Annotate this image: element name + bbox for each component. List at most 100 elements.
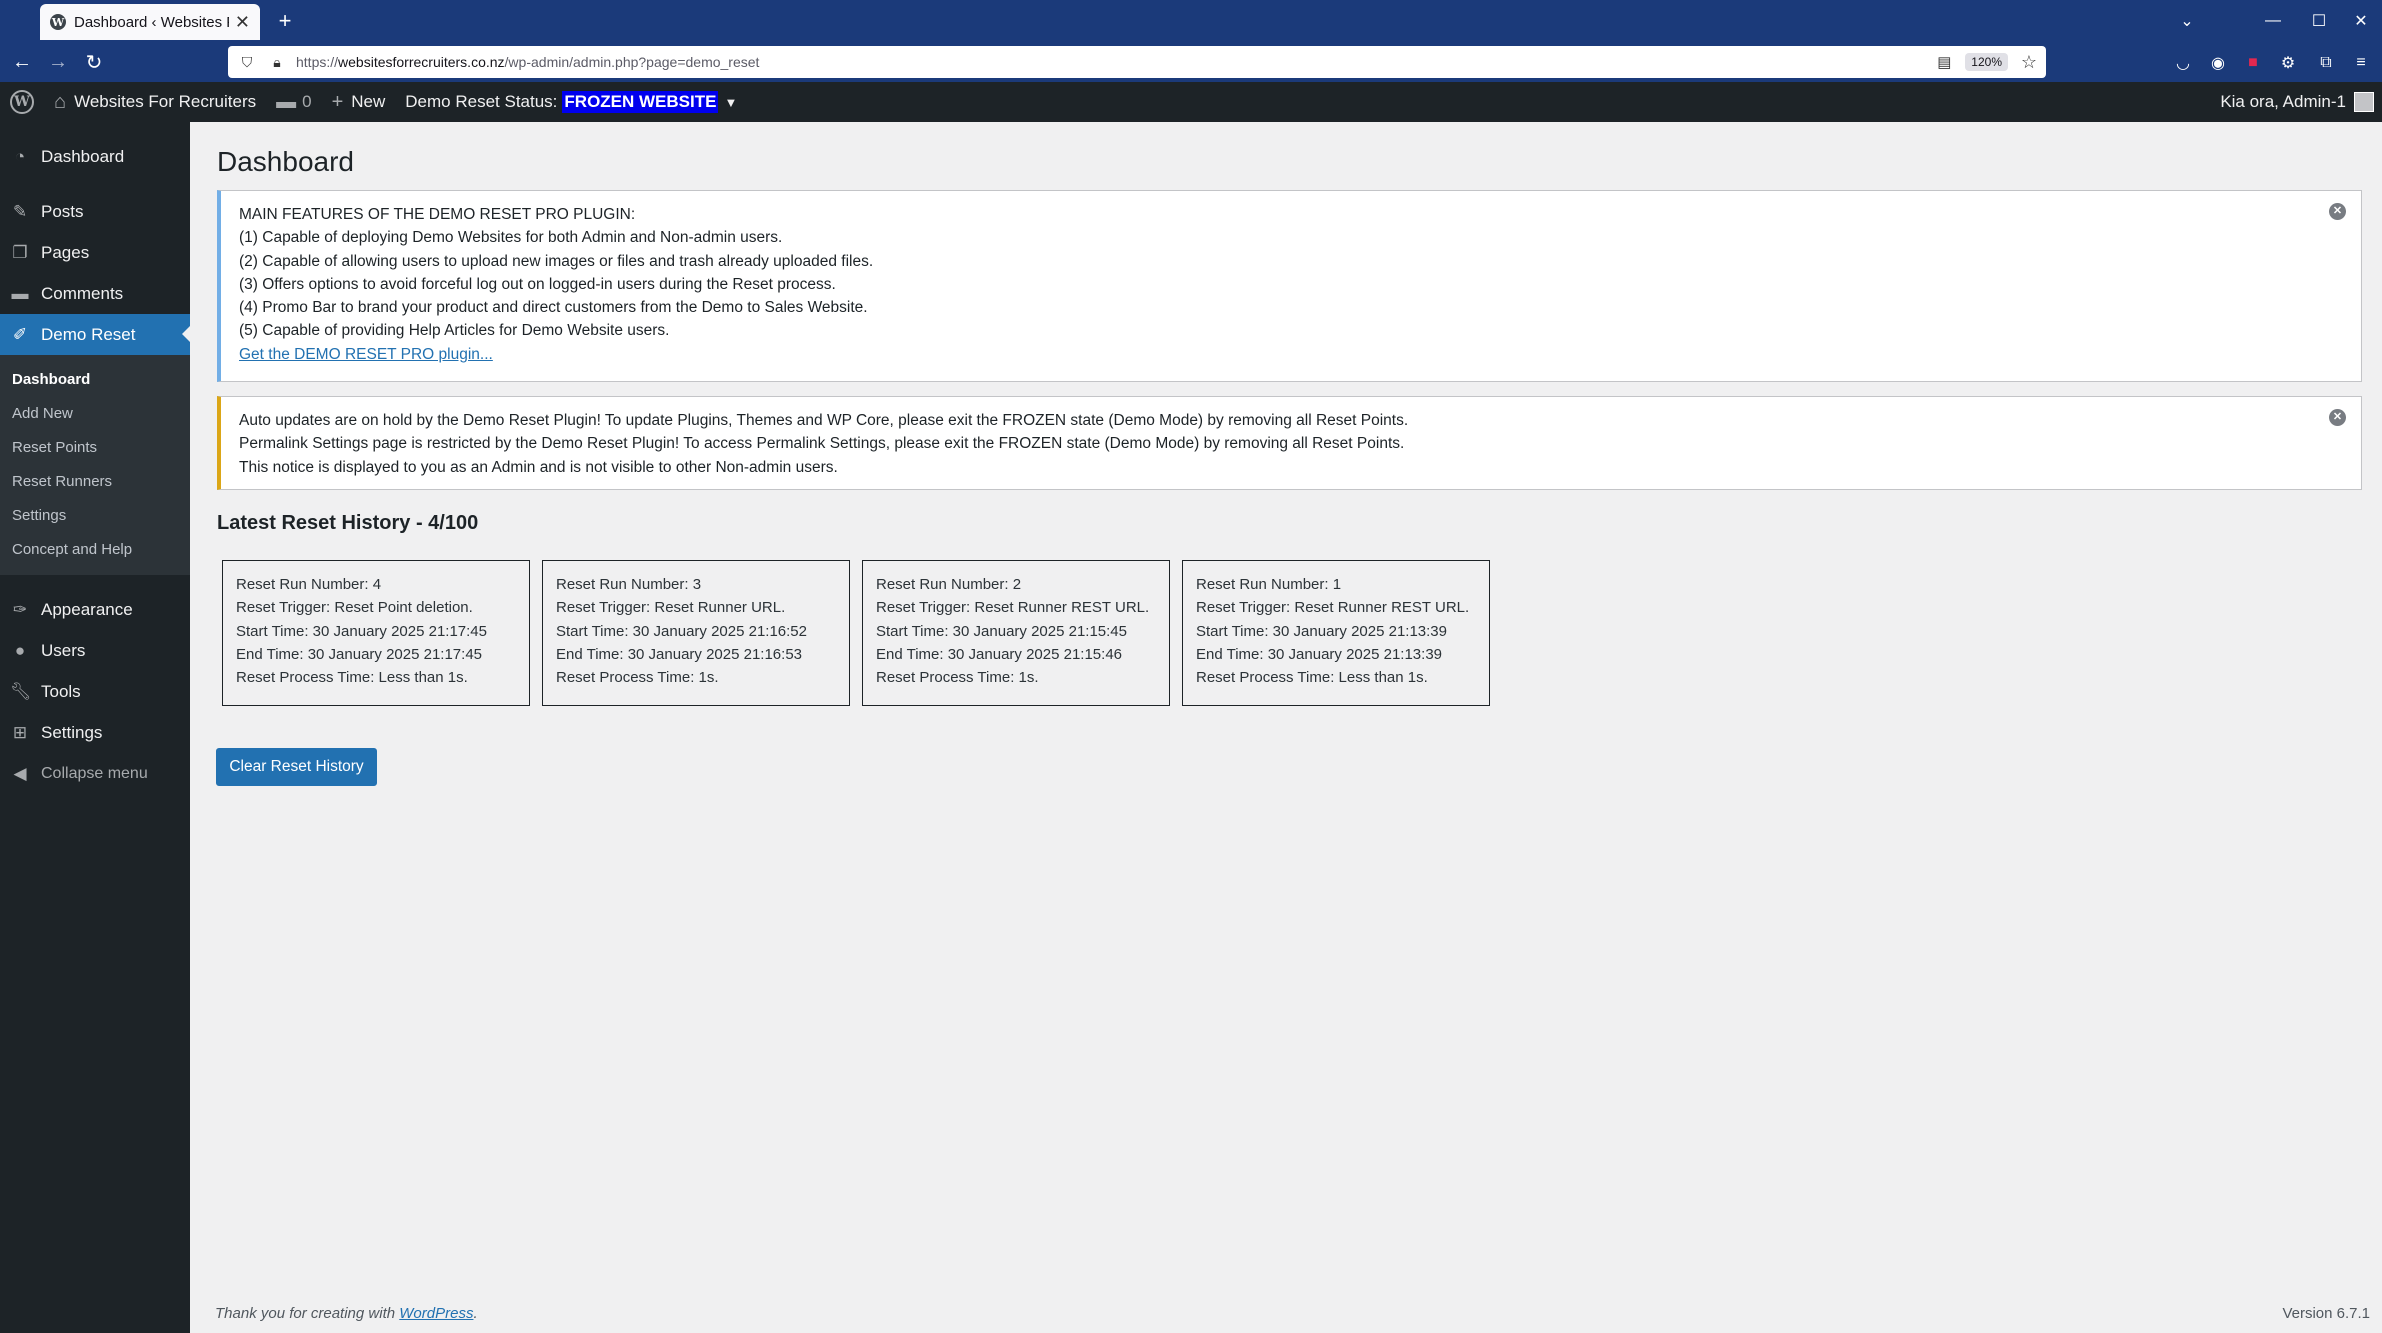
reader-icon[interactable]: ▤ — [1933, 53, 1955, 71]
info-notice-line: (2) Capable of allowing users to upload … — [239, 252, 874, 270]
comments-icon: ▬ — [11, 283, 29, 303]
info-notice-line: (3) Offers options to avoid forceful log… — [239, 275, 836, 293]
submenu-item-settings[interactable]: Settings — [0, 499, 190, 533]
menu-icon[interactable]: ≡ — [2350, 52, 2372, 74]
url-text[interactable]: https://websitesforrecruiters.co.nz/wp-a… — [296, 54, 1933, 70]
users-icon: ● — [14, 640, 26, 660]
account-menu[interactable]: Kia ora, Admin-1 — [2220, 82, 2374, 122]
sidebar-item-label: Dashboard — [41, 146, 125, 166]
submenu-item-concept-and-help[interactable]: Concept and Help — [0, 533, 190, 567]
tab-list-icon[interactable]: ⌄ — [2172, 6, 2202, 36]
reload-icon[interactable]: ↻ — [80, 48, 108, 76]
gear-icon[interactable]: ⚙ — [2277, 52, 2299, 74]
submenu-item-add-new[interactable]: Add New — [0, 397, 190, 431]
reset-trigger: Reset Trigger: Reset Point deletion. — [236, 599, 473, 617]
main-content: Dashboard MAIN FEATURES OF THE DEMO RESE… — [190, 122, 2382, 1333]
collapse-arrow-icon: ◀ — [13, 763, 27, 783]
extension-red-icon[interactable]: ■ — [2242, 52, 2264, 74]
sidebar-item-settings[interactable]: ⊞ Settings — [0, 712, 190, 753]
zoom-level[interactable]: 120% — [1965, 53, 2008, 71]
sidebar-item-label: Users — [41, 640, 86, 660]
reset-history-card: Reset Run Number: 1 Reset Trigger: Reset… — [1182, 560, 1490, 706]
avatar — [2354, 92, 2374, 112]
sidebar-item-tools[interactable]: 🔧︎ Tools — [0, 671, 190, 712]
reset-start-time: Start Time: 30 January 2025 21:17:45 — [236, 622, 487, 640]
submenu-item-reset-points[interactable]: Reset Points — [0, 431, 190, 465]
wordpress-logo-icon: W — [10, 90, 34, 114]
comment-bubble-icon: ▬ — [276, 90, 297, 113]
collapse-menu-label: Collapse menu — [41, 764, 148, 782]
warning-notice: Auto updates are on hold by the Demo Res… — [217, 396, 2362, 490]
reset-process-time: Reset Process Time: 1s. — [556, 669, 719, 687]
back-icon[interactable]: ← — [8, 48, 36, 76]
wordpress-link[interactable]: WordPress — [399, 1305, 473, 1322]
info-notice-line: (5) Capable of providing Help Articles f… — [239, 322, 670, 340]
sidebar-item-label: Posts — [41, 201, 84, 221]
status-label: Demo Reset Status: — [405, 92, 558, 111]
page-title: Dashboard — [217, 146, 354, 177]
reset-run-number: Reset Run Number: 3 — [556, 576, 702, 593]
demo-reset-status-menu[interactable]: Demo Reset Status: FROZEN WEBSITE ▼ — [395, 82, 747, 122]
footer-thanks-text: Thank you for creating with — [215, 1305, 400, 1322]
wp-logo-menu[interactable]: W — [0, 82, 44, 122]
shield-icon[interactable]: ⛉ — [236, 54, 258, 71]
reset-history-card: Reset Run Number: 4 Reset Trigger: Reset… — [222, 560, 530, 706]
dismiss-warning-notice-icon[interactable]: ✕ — [2329, 409, 2346, 426]
dismiss-info-notice-icon[interactable]: ✕ — [2329, 203, 2346, 220]
wp-version: Version 6.7.1 — [2282, 1305, 2370, 1322]
sidebar-item-appearance[interactable]: ✑ Appearance — [0, 589, 190, 630]
new-content-menu[interactable]: + New — [322, 82, 396, 122]
demo-reset-submenu: Dashboard Add New Reset Points Reset Run… — [0, 355, 190, 575]
url-bar[interactable]: ⛉ 🔒︎ https://websitesforrecruiters.co.nz… — [228, 46, 2046, 78]
star-icon[interactable]: ☆ — [2018, 52, 2040, 73]
close-tab-icon[interactable]: ✕ — [235, 12, 250, 33]
sidebar-item-users[interactable]: ● Users — [0, 630, 190, 671]
reset-trigger: Reset Trigger: Reset Runner REST URL. — [876, 599, 1150, 617]
get-pro-plugin-link[interactable]: Get the DEMO RESET PRO plugin... — [239, 346, 493, 363]
reset-trigger: Reset Trigger: Reset Runner URL. — [556, 599, 786, 617]
info-notice: MAIN FEATURES OF THE DEMO RESET PRO PLUG… — [217, 190, 2362, 382]
sidebar-item-label: Appearance — [41, 599, 133, 619]
minimize-icon[interactable]: — — [2258, 6, 2288, 36]
caret-down-icon: ▼ — [724, 94, 738, 110]
lock-icon[interactable]: 🔒︎ — [266, 54, 288, 71]
maximize-icon[interactable]: ☐ — [2304, 6, 2334, 36]
site-name: Websites For Recruiters — [74, 92, 257, 111]
reset-run-number: Reset Run Number: 1 — [1196, 576, 1342, 593]
warning-notice-line: Permalink Settings page is restricted by… — [239, 435, 1405, 453]
browser-tab[interactable]: W Dashboard ‹ Websites For Recruiters ✕ — [40, 4, 260, 40]
sidebar-item-comments[interactable]: ▬ Comments — [0, 273, 190, 314]
reset-run-number: Reset Run Number: 2 — [876, 576, 1022, 593]
collapse-menu-button[interactable]: ◀ Collapse menu — [0, 753, 190, 794]
reset-end-time: End Time: 30 January 2025 21:15:46 — [876, 645, 1123, 663]
info-notice-line: (1) Capable of deploying Demo Websites f… — [239, 229, 783, 247]
warning-notice-line: This notice is displayed to you as an Ad… — [239, 458, 838, 476]
reset-process-time: Reset Process Time: Less than 1s. — [1196, 669, 1428, 687]
footer-thanks-suffix: . — [473, 1305, 478, 1322]
site-name-menu[interactable]: ⌂ Websites For Recruiters — [44, 82, 266, 122]
clear-reset-history-button[interactable]: Clear Reset History — [216, 748, 377, 786]
howdy-text: Kia ora, Admin-1 — [2220, 92, 2346, 111]
sidebar-item-label: Settings — [41, 722, 103, 742]
forward-icon[interactable]: → — [44, 48, 72, 76]
window-close-icon[interactable]: ✕ — [2346, 6, 2376, 36]
submenu-item-reset-runners[interactable]: Reset Runners — [0, 465, 190, 499]
pin-icon: ✎ — [12, 201, 28, 221]
sidebar-item-label: Comments — [41, 283, 124, 303]
new-tab-button[interactable]: + — [270, 6, 300, 36]
account-icon[interactable]: ◉ — [2207, 52, 2229, 74]
reset-end-time: End Time: 30 January 2025 21:13:39 — [1196, 645, 1443, 663]
comments-menu[interactable]: ▬ 0 — [266, 82, 321, 122]
admin-sidebar: ◔ Dashboard ✎ Posts ❐ Pages ▬ Comments ✐… — [0, 122, 190, 1333]
pocket-icon[interactable]: ◡ — [2172, 52, 2194, 74]
sidebar-item-demo-reset[interactable]: ✐ Demo Reset — [0, 314, 190, 355]
submenu-item-dashboard[interactable]: Dashboard — [0, 363, 190, 397]
sidebar-item-dashboard[interactable]: ◔ Dashboard — [0, 136, 190, 177]
sidebar-item-posts[interactable]: ✎ Posts — [0, 191, 190, 232]
brush-icon: ✑ — [12, 599, 28, 619]
browser-nav-bar: ← → ↻ ⛉ 🔒︎ https://websitesforrecruiters… — [0, 42, 2382, 82]
puzzle-icon[interactable]: ⧉ — [2315, 52, 2337, 74]
sidebar-item-pages[interactable]: ❐ Pages — [0, 232, 190, 273]
wordpress-favicon-icon: W — [50, 14, 66, 30]
reset-history-list: Reset Run Number: 4 Reset Trigger: Reset… — [222, 560, 1502, 706]
